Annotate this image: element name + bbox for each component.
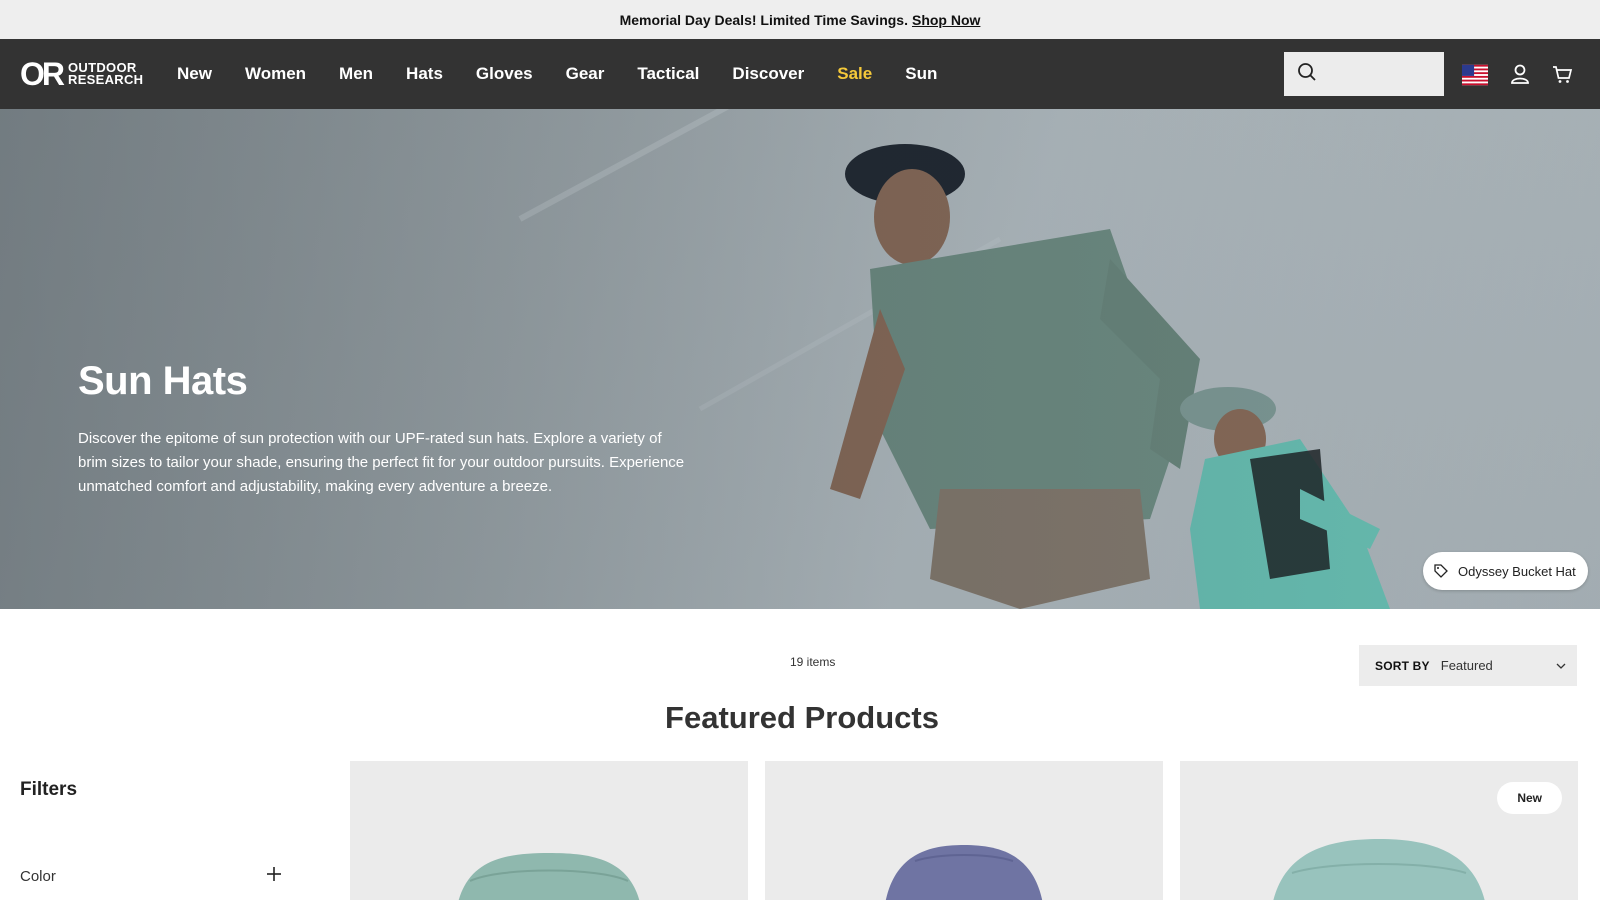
- filters-heading: Filters: [20, 779, 78, 800]
- product-card[interactable]: New: [1180, 761, 1578, 900]
- item-count: 19 items: [790, 655, 836, 669]
- brand-logo[interactable]: OR OUTDOOR RESEARCH: [20, 56, 144, 92]
- main-nav: OR OUTDOOR RESEARCH New Women Men Hats G…: [0, 39, 1600, 109]
- sort-dropdown[interactable]: SORT BY Featured: [1359, 645, 1577, 686]
- product-card[interactable]: [765, 761, 1163, 900]
- logo-line-2: RESEARCH: [68, 72, 144, 87]
- product-image: [1273, 839, 1485, 900]
- search-input[interactable]: [1325, 54, 1440, 94]
- hero-description: Discover the epitome of sun protection w…: [78, 430, 685, 495]
- product-hotspot-tag[interactable]: Odyssey Bucket Hat: [1423, 552, 1588, 590]
- filter-group-label: Color: [20, 868, 56, 885]
- promo-text: Memorial Day Deals! Limited Time Savings…: [619, 11, 908, 28]
- search-icon[interactable]: [1297, 62, 1317, 87]
- plus-icon[interactable]: [266, 866, 282, 887]
- nav-item-sale[interactable]: Sale: [837, 64, 872, 84]
- product-tag-label: Odyssey Bucket Hat: [1458, 563, 1576, 579]
- nav-item-gear[interactable]: Gear: [566, 64, 605, 84]
- nav-item-men[interactable]: Men: [339, 64, 373, 84]
- nav-menu: New Women Men Hats Gloves Gear Tactical …: [177, 39, 970, 109]
- nav-item-new[interactable]: New: [177, 64, 212, 84]
- product-image: [886, 845, 1042, 900]
- product-card[interactable]: [350, 761, 748, 900]
- logo-wordmark: OUTDOOR RESEARCH: [68, 61, 144, 87]
- logo-mark: OR: [20, 56, 65, 92]
- nav-item-hats[interactable]: Hats: [406, 64, 443, 84]
- page-title: Sun Hats: [78, 359, 248, 403]
- chevron-down-icon: [1555, 659, 1567, 677]
- nav-item-gloves[interactable]: Gloves: [476, 64, 533, 84]
- promo-bar: Memorial Day Deals! Limited Time Savings…: [0, 0, 1600, 39]
- tag-icon: [1433, 563, 1449, 579]
- shop-now-link[interactable]: Shop Now: [912, 12, 980, 28]
- sort-value: Featured: [1440, 658, 1493, 673]
- cart-icon[interactable]: [1549, 61, 1575, 87]
- sort-label: SORT BY: [1375, 658, 1430, 673]
- nav-item-women[interactable]: Women: [245, 64, 306, 84]
- nav-item-discover[interactable]: Discover: [732, 64, 804, 84]
- us-flag-icon[interactable]: [1462, 62, 1488, 88]
- nav-item-sun[interactable]: Sun: [905, 64, 937, 84]
- hero-banner: Sun Hats Discover the epitome of sun pro…: [0, 109, 1600, 609]
- nav-item-tactical[interactable]: Tactical: [637, 64, 699, 84]
- filter-group-color[interactable]: Color: [20, 866, 282, 887]
- search-box[interactable]: [1284, 52, 1444, 96]
- product-image: [458, 853, 640, 900]
- featured-products-heading: Featured Products: [665, 700, 939, 735]
- account-icon[interactable]: [1507, 61, 1533, 87]
